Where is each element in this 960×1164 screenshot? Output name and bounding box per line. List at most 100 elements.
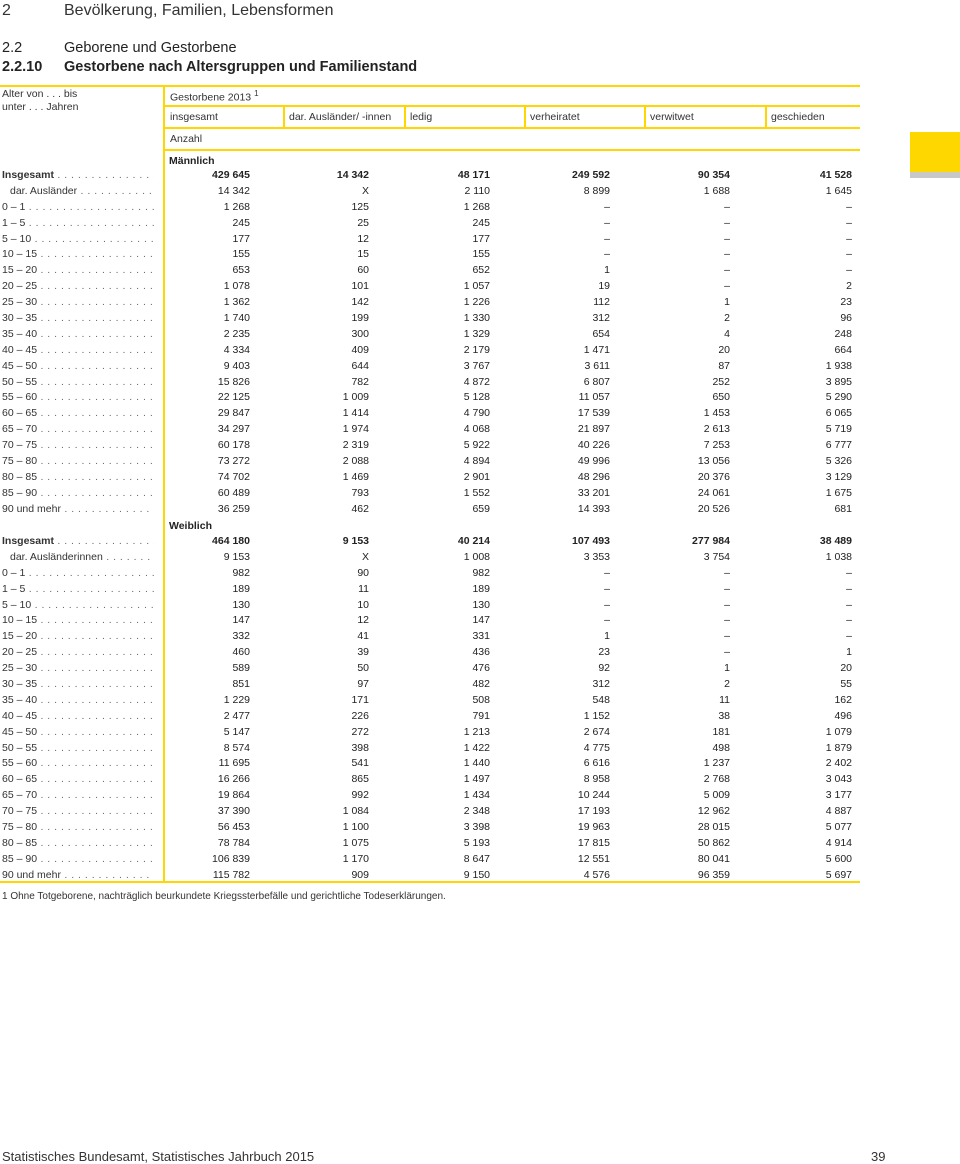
table-row: 10 – 15 . . . . . . . . . . . . . . . . …: [0, 247, 860, 263]
table-cell: 177: [472, 232, 490, 245]
row-label: 25 – 30 . . . . . . . . . . . . . . . . …: [2, 295, 154, 311]
col-divider: [404, 107, 406, 127]
row-label-text: 90 und mehr: [2, 868, 61, 881]
table-cell: –: [724, 248, 730, 261]
table-cell: 1 469: [342, 470, 369, 483]
row-label: 10 – 15 . . . . . . . . . . . . . . . . …: [2, 613, 154, 629]
col-header-ledig: ledig: [410, 111, 433, 123]
table-row: 0 – 1 . . . . . . . . . . . . . . . . . …: [0, 200, 860, 216]
row-label-text: 55 – 60: [2, 391, 38, 404]
stub-header-line-1: Alter von . . . bis: [2, 88, 78, 100]
row-label-text: 1 – 5: [2, 216, 26, 229]
table-cell: 1 152: [583, 709, 610, 722]
table-cell: X: [361, 550, 369, 563]
leader-dots: . . . . . . . . . . . . . . . . . . . . …: [40, 821, 154, 834]
row-label-text: 5 – 10: [2, 598, 32, 611]
table-cell: 464 180: [212, 535, 250, 547]
row-label: 20 – 25 . . . . . . . . . . . . . . . . …: [2, 645, 154, 661]
table-cell: –: [724, 280, 730, 293]
table-cell: 55: [840, 678, 852, 691]
table-cell: 5 077: [825, 821, 852, 834]
table-row: 10 – 15 . . . . . . . . . . . . . . . . …: [0, 613, 860, 629]
table-row: 40 – 45 . . . . . . . . . . . . . . . . …: [0, 343, 860, 359]
row-label-text: dar. Ausländerinnen: [10, 550, 103, 563]
table-cell: 147: [472, 614, 490, 627]
leader-dots: . . . . . . . . . . . . . . . . . . . . …: [40, 630, 154, 643]
leader-dots: . . . . . . . . . . . . . . . . . . . . …: [40, 439, 154, 452]
table-cell: 3 895: [825, 375, 852, 388]
row-label-text: 60 – 65: [2, 773, 38, 786]
table-cell: 1 268: [223, 200, 250, 213]
table-cell: 436: [472, 646, 490, 659]
table-cell: 245: [472, 216, 490, 229]
table-cell: 782: [351, 375, 369, 388]
table-cell: –: [604, 200, 610, 213]
table-row: 65 – 70 . . . . . . . . . . . . . . . . …: [0, 422, 860, 438]
table-cell: 40 226: [577, 439, 610, 452]
table-cell: 650: [712, 391, 730, 404]
table-cell: –: [846, 200, 852, 213]
table-cell: –: [724, 582, 730, 595]
table-cell: 8 958: [583, 773, 610, 786]
table-cell: 653: [232, 264, 250, 277]
table-cell: –: [846, 582, 852, 595]
row-label: 15 – 20 . . . . . . . . . . . . . . . . …: [2, 263, 154, 279]
table-cell: 29 847: [217, 407, 250, 420]
table-cell: 277 984: [692, 535, 730, 547]
table-cell: 112: [593, 296, 610, 309]
table-cell: 5 147: [223, 725, 250, 738]
span-header-text: Gestorbene 2013: [170, 91, 252, 104]
table-cell: 541: [351, 757, 369, 770]
table-cell: 462: [351, 502, 369, 515]
stub-header-line-2: unter . . . Jahren: [2, 101, 79, 113]
leader-dots: . . . . . . . . . . . . . . . . . . . . …: [40, 725, 154, 738]
table-cell: 589: [232, 662, 250, 675]
table-cell: 4 775: [583, 741, 610, 754]
table-cell: 5 600: [825, 852, 852, 865]
table-cell: 125: [351, 200, 369, 213]
table-cell: –: [724, 630, 730, 643]
row-label: 90 und mehr . . . . . . . . . . . . . . …: [2, 502, 154, 518]
table-cell: 508: [472, 693, 490, 706]
table-cell: 482: [472, 678, 490, 691]
table-cell: 1 453: [703, 407, 730, 420]
col-divider: [644, 107, 646, 127]
chapter-tab-marker: [910, 132, 960, 172]
leader-dots: . . . . . . . . . . . . . . . . . . . . …: [40, 407, 154, 420]
table-cell: –: [604, 248, 610, 261]
table-cell: 130: [472, 598, 490, 611]
table-cell: 8 647: [463, 852, 490, 865]
table-cell: 1 226: [463, 296, 490, 309]
table-cell: 664: [834, 343, 852, 356]
row-label: 25 – 30 . . . . . . . . . . . . . . . . …: [2, 661, 154, 677]
table-cell: 1 170: [342, 852, 369, 865]
table-cell: 2 235: [223, 327, 250, 340]
col-header-verwitwet: verwitwet: [650, 111, 694, 123]
leader-dots: . . . . . . . . . . . . . . . . . . . . …: [40, 741, 154, 754]
row-label-text: 50 – 55: [2, 375, 38, 388]
table-cell: 189: [232, 582, 250, 595]
table-cell: 644: [351, 359, 369, 372]
table-cell: 60: [357, 264, 369, 277]
table-cell: 2 613: [703, 423, 730, 436]
table-row: 60 – 65 . . . . . . . . . . . . . . . . …: [0, 772, 860, 788]
table-cell: 17 193: [577, 805, 610, 818]
table-cell: 652: [472, 264, 490, 277]
row-label-text: 10 – 15: [2, 248, 38, 261]
table-cell: 2: [724, 312, 730, 325]
table-cell: 16 266: [217, 773, 250, 786]
row-label-text: 15 – 20: [2, 630, 38, 643]
table-cell: 429 645: [212, 169, 250, 181]
leader-dots: . . . . . . . . . . . . . . . . . . . . …: [40, 359, 154, 372]
table-cell: 34 297: [217, 423, 250, 436]
span-header: Gestorbene 2013 1: [170, 89, 259, 104]
table-cell: 1: [724, 296, 730, 309]
table-cell: 1 078: [223, 280, 250, 293]
table-cell: 6 616: [583, 757, 610, 770]
table-cell: 11: [719, 693, 730, 706]
table-cell: 1 038: [825, 550, 852, 563]
table-cell: 4 894: [463, 455, 490, 468]
row-label: 60 – 65 . . . . . . . . . . . . . . . . …: [2, 772, 154, 788]
row-label-text: Insgesamt: [2, 169, 54, 181]
col-divider: [524, 107, 526, 127]
